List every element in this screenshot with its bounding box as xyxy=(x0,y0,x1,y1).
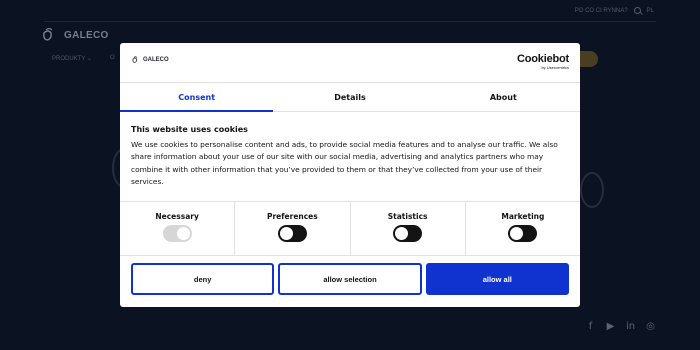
dialog-logo-text: GALECO xyxy=(143,57,169,63)
cookiebot-brand[interactable]: Cookiebot by Usercentrics xyxy=(517,53,569,71)
dialog-logo: GALECO xyxy=(132,56,169,64)
consent-buttons: deny allow selection allow all xyxy=(131,263,569,295)
tab-details[interactable]: Details xyxy=(273,83,426,111)
tab-about[interactable]: About xyxy=(427,83,580,111)
top-links: PO CO CI RYNNA? PL xyxy=(575,7,654,14)
social-links: f ▶ in ◎ xyxy=(585,321,656,332)
nav-item-produkty[interactable]: PRODUKTY ⌄ xyxy=(52,55,92,62)
toggle-knob xyxy=(176,227,190,240)
marketing-toggle[interactable] xyxy=(508,225,538,242)
category-statistics: Statistics xyxy=(351,202,466,255)
logo-text: GALECO xyxy=(64,29,109,41)
galeco-logo-icon xyxy=(132,56,138,63)
nav-item-o[interactable]: O xyxy=(110,55,115,62)
site-logo[interactable]: GALECO xyxy=(42,27,109,43)
category-label: Marketing xyxy=(501,212,545,221)
category-label: Preferences xyxy=(266,212,318,221)
deny-button[interactable]: deny xyxy=(131,263,275,295)
instagram-icon[interactable]: ◎ xyxy=(645,321,656,332)
dialog-header: GALECO Cookiebot by Usercentrics xyxy=(120,43,580,82)
dialog-tabs: Consent Details About xyxy=(120,82,580,112)
category-marketing: Marketing xyxy=(466,202,580,255)
background-decoration xyxy=(580,172,604,208)
cookie-category-toggles: Necessary Preferences Statistics Marketi… xyxy=(120,201,580,256)
galeco-logo-icon xyxy=(43,27,53,41)
main-nav: PRODUKTY ⌄ O xyxy=(52,55,115,62)
cookiebot-logo-text: Cookiebot xyxy=(517,53,569,65)
consent-heading: This website uses cookies xyxy=(131,125,248,134)
preferences-toggle[interactable] xyxy=(277,225,307,242)
tab-consent[interactable]: Consent xyxy=(120,83,274,112)
consent-content: This website uses cookies We use cookies… xyxy=(131,125,561,189)
category-necessary: Necessary xyxy=(120,202,236,255)
allow-all-button[interactable]: allow all xyxy=(425,263,569,295)
allow-selection-button[interactable]: allow selection xyxy=(278,263,422,295)
top-link-rynna[interactable]: PO CO CI RYNNA? xyxy=(575,8,628,14)
cookiebot-subtitle: by Usercentrics xyxy=(541,65,569,70)
necessary-toggle xyxy=(162,225,192,242)
language-switch[interactable]: PL xyxy=(647,8,654,14)
youtube-icon[interactable]: ▶ xyxy=(605,321,616,332)
toggle-knob xyxy=(510,227,524,240)
category-label: Statistics xyxy=(387,212,428,221)
search-icon[interactable] xyxy=(633,7,641,14)
toggle-knob xyxy=(395,227,409,240)
category-label: Necessary xyxy=(155,212,199,221)
statistics-toggle[interactable] xyxy=(393,225,423,242)
consent-body: We use cookies to personalise content an… xyxy=(131,140,558,187)
cookie-consent-dialog: GALECO Cookiebot by Usercentrics Consent… xyxy=(120,43,580,307)
facebook-icon[interactable]: f xyxy=(585,321,596,332)
category-preferences: Preferences xyxy=(235,202,351,255)
toggle-knob xyxy=(279,227,293,240)
linkedin-icon[interactable]: in xyxy=(625,321,636,332)
site-top-bar: PO CO CI RYNNA? PL xyxy=(44,0,656,22)
